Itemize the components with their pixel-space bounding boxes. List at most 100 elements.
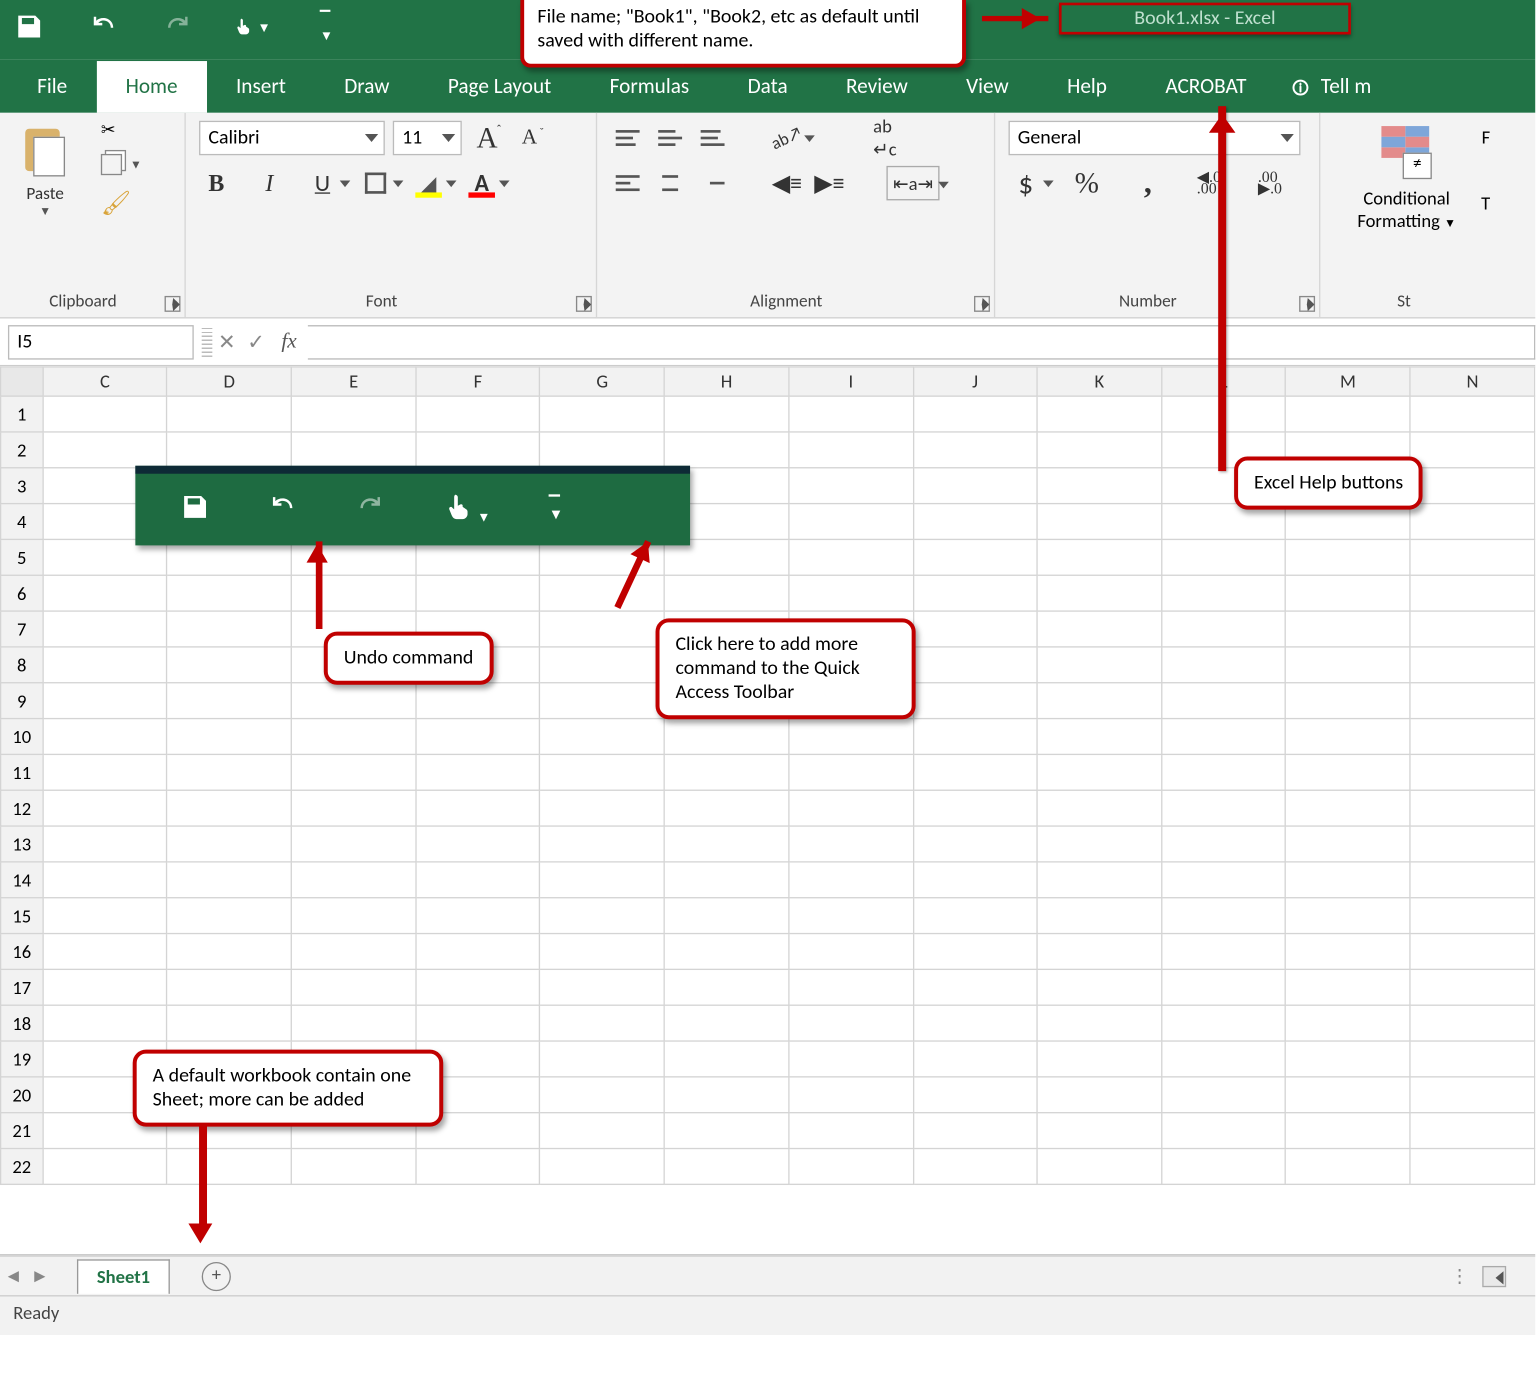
cell[interactable]	[913, 468, 1037, 504]
row-header[interactable]: 12	[1, 790, 43, 826]
conditional-formatting-button[interactable]: Conditional Formatting ▼	[1334, 121, 1480, 232]
cell[interactable]	[913, 1149, 1037, 1185]
cell[interactable]	[1037, 1005, 1161, 1041]
redo-icon[interactable]	[159, 8, 196, 45]
row-header[interactable]: 20	[1, 1077, 43, 1113]
row-header[interactable]: 4	[1, 504, 43, 540]
cell[interactable]	[1286, 539, 1410, 575]
cell[interactable]	[664, 790, 788, 826]
cell[interactable]	[291, 683, 415, 719]
cell[interactable]	[291, 396, 415, 432]
cell[interactable]	[1410, 862, 1534, 898]
cell[interactable]	[1162, 1005, 1286, 1041]
cell[interactable]	[1037, 539, 1161, 575]
cell[interactable]	[789, 1149, 913, 1185]
cell[interactable]	[1037, 396, 1161, 432]
row-header[interactable]: 15	[1, 898, 43, 934]
cell[interactable]	[540, 790, 664, 826]
cell[interactable]	[789, 575, 913, 611]
cell[interactable]	[291, 898, 415, 934]
cell[interactable]	[1410, 647, 1534, 683]
cell[interactable]	[1286, 898, 1410, 934]
cell[interactable]	[167, 826, 291, 862]
cell[interactable]	[540, 432, 664, 468]
cell[interactable]	[1410, 396, 1534, 432]
tab-draw[interactable]: Draw	[315, 61, 419, 113]
cell[interactable]	[913, 862, 1037, 898]
sheet-tab[interactable]: Sheet1	[77, 1259, 170, 1294]
sheet-nav-prev[interactable]: ◄	[0, 1265, 27, 1288]
col-header[interactable]: H	[664, 367, 788, 396]
cell[interactable]	[913, 647, 1037, 683]
cell[interactable]	[43, 754, 167, 790]
cell[interactable]	[540, 1113, 664, 1149]
cell[interactable]	[1410, 934, 1534, 970]
cell[interactable]	[789, 934, 913, 970]
cell[interactable]	[43, 683, 167, 719]
cell[interactable]	[1286, 611, 1410, 647]
cell[interactable]	[1410, 754, 1534, 790]
cell[interactable]	[913, 611, 1037, 647]
font-name-combo[interactable]: Calibri	[199, 121, 385, 156]
cell[interactable]	[913, 1113, 1037, 1149]
row-header[interactable]: 19	[1, 1041, 43, 1077]
decrease-decimal-button[interactable]: .00▶.0	[1253, 166, 1288, 201]
tab-help[interactable]: Help	[1038, 61, 1136, 113]
grow-font-button[interactable]: Aˆ	[470, 121, 505, 156]
cell[interactable]	[43, 432, 167, 468]
col-header[interactable]: F	[416, 367, 540, 396]
cell[interactable]	[167, 862, 291, 898]
cell[interactable]	[913, 790, 1037, 826]
cell[interactable]	[1037, 862, 1161, 898]
fill-color-button[interactable]: ◢	[411, 166, 446, 201]
increase-indent-button[interactable]: ▶≡	[812, 166, 847, 201]
cell[interactable]	[1286, 1077, 1410, 1113]
number-dialog-launcher[interactable]	[1299, 296, 1315, 312]
cell[interactable]	[1037, 611, 1161, 647]
cell[interactable]	[416, 969, 540, 1005]
cell[interactable]	[1286, 719, 1410, 755]
cell[interactable]	[167, 432, 291, 468]
cell[interactable]	[1037, 575, 1161, 611]
align-middle-button[interactable]	[653, 122, 688, 154]
formula-input[interactable]	[307, 324, 1535, 359]
cell[interactable]	[1162, 969, 1286, 1005]
cell[interactable]	[664, 1077, 788, 1113]
cell[interactable]	[664, 898, 788, 934]
cell[interactable]	[1410, 611, 1534, 647]
cell[interactable]	[1410, 1041, 1534, 1077]
cell[interactable]	[43, 719, 167, 755]
cell[interactable]	[1037, 790, 1161, 826]
cell[interactable]	[416, 790, 540, 826]
cell[interactable]	[167, 934, 291, 970]
cell[interactable]	[43, 826, 167, 862]
new-sheet-button[interactable]: +	[202, 1261, 231, 1290]
underline-button[interactable]: U	[305, 166, 340, 201]
cell[interactable]	[664, 754, 788, 790]
cell[interactable]	[1162, 683, 1286, 719]
name-box[interactable]	[8, 324, 194, 359]
cell[interactable]	[43, 396, 167, 432]
cell[interactable]	[789, 1077, 913, 1113]
cell[interactable]	[416, 1149, 540, 1185]
cell[interactable]	[1037, 1113, 1161, 1149]
cell[interactable]	[1162, 1077, 1286, 1113]
sheet-nav-next[interactable]: ►	[27, 1265, 54, 1288]
align-left-button[interactable]	[610, 167, 645, 199]
cell[interactable]	[540, 1005, 664, 1041]
comma-button[interactable]: ,	[1131, 166, 1166, 201]
cell[interactable]	[664, 396, 788, 432]
cell[interactable]	[789, 969, 913, 1005]
cell[interactable]	[540, 969, 664, 1005]
cell[interactable]	[540, 826, 664, 862]
cell[interactable]	[1162, 575, 1286, 611]
cell[interactable]	[291, 790, 415, 826]
cell[interactable]	[540, 934, 664, 970]
copy-button[interactable]: ▼	[101, 154, 142, 175]
cell[interactable]	[1286, 1113, 1410, 1149]
cell[interactable]	[913, 575, 1037, 611]
percent-button[interactable]: %	[1070, 166, 1105, 201]
cell[interactable]	[291, 1005, 415, 1041]
paste-button[interactable]: Paste ▼	[13, 121, 77, 219]
cell[interactable]	[416, 898, 540, 934]
